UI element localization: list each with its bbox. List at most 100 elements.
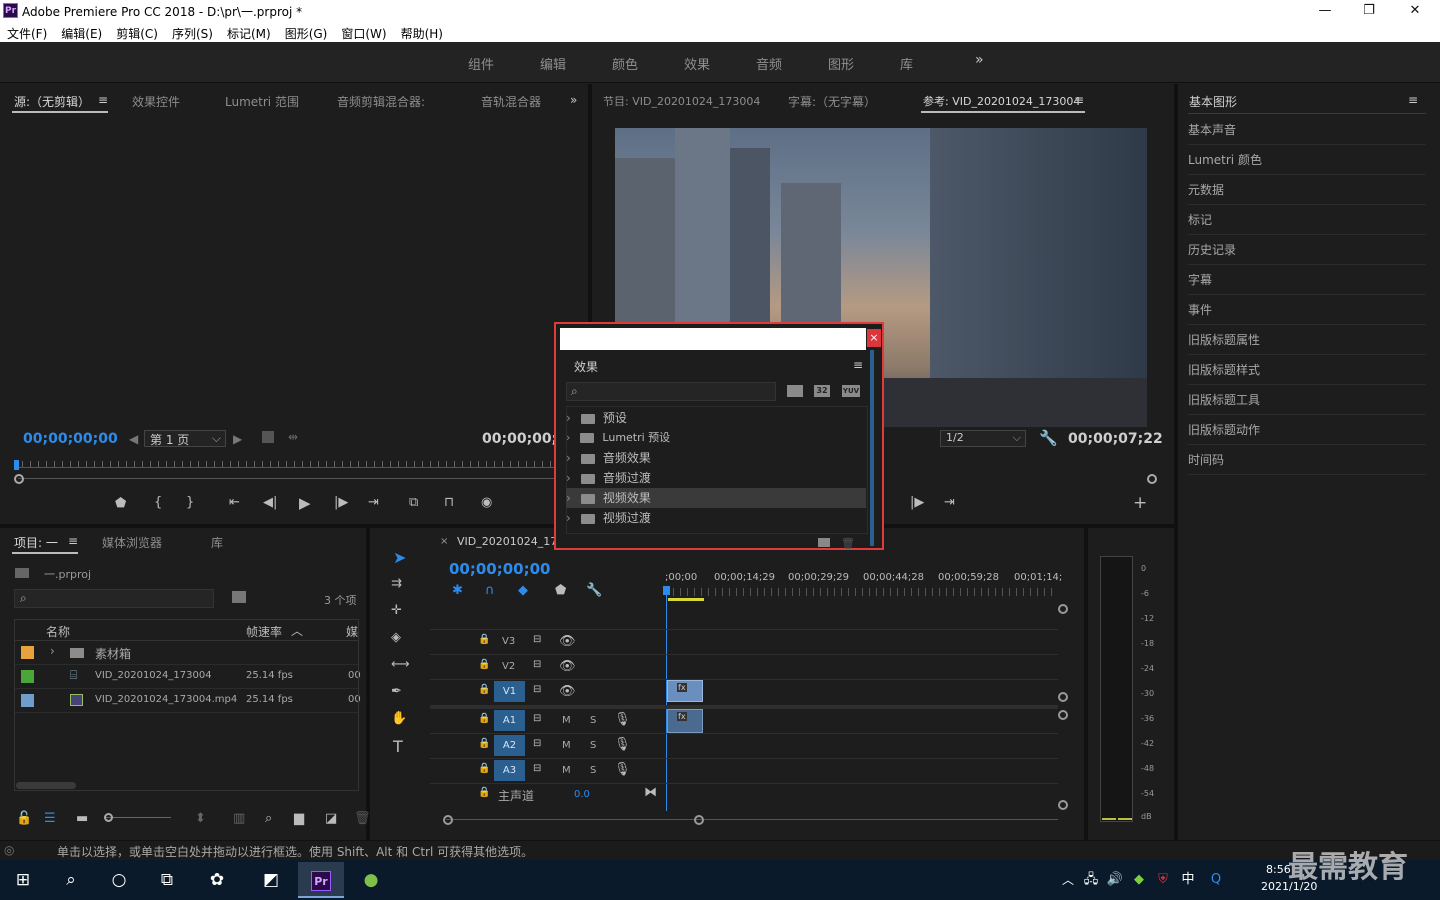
video-clip[interactable]: fx (667, 680, 703, 702)
panel-link-essential-sound[interactable]: 基本声音 (1188, 115, 1426, 145)
page-select[interactable]: 第 1 页 ⌵ (144, 430, 226, 447)
find-icon[interactable]: ⌕ (265, 811, 272, 826)
tab-reference[interactable]: 参考: VID_20201024_173004 (923, 93, 1080, 109)
close-button[interactable]: ✕ (1392, 0, 1438, 22)
effect-category-lumetri-presets[interactable]: › Lumetri 预设 (566, 428, 866, 448)
column-media[interactable]: 媒 (346, 623, 358, 640)
nvidia-icon[interactable]: ◆ (1128, 862, 1150, 898)
play-icon[interactable]: ▶ (299, 494, 311, 512)
lock-icon[interactable]: 🔒 (478, 659, 490, 670)
tab-captions[interactable]: 字幕:（无字幕） (788, 93, 876, 110)
solo-button[interactable]: S (590, 715, 596, 726)
zoom-handle-left[interactable] (14, 474, 24, 484)
go-to-end-icon[interactable]: ⧓ (644, 785, 657, 800)
sync-lock-icon[interactable]: ⊟ (533, 713, 541, 724)
essential-graphics-title[interactable]: 基本图形 (1189, 93, 1237, 110)
label-color-swatch[interactable] (21, 670, 34, 683)
lock-icon[interactable]: 🔒 (478, 787, 490, 798)
workspace-overflow-icon[interactable]: » (975, 52, 984, 68)
search-icon[interactable]: ⌕ (48, 862, 94, 898)
timeline-timecode[interactable]: 00;00;00;00 (449, 560, 551, 578)
label-color-swatch[interactable] (21, 646, 34, 659)
close-tab-icon[interactable]: × (440, 536, 448, 547)
next-page-icon[interactable]: ▶ (233, 432, 242, 446)
ripple-edit-tool-icon[interactable]: ✛ (391, 603, 402, 618)
eye-icon[interactable]: 👁 (559, 684, 576, 699)
panel-menu-icon[interactable]: ≡ (68, 534, 78, 548)
microphone-icon[interactable]: 🎙 (614, 712, 631, 727)
tab-program[interactable]: 节目: VID_20201024_173004 (603, 93, 760, 109)
export-frame-icon[interactable]: ◉ (481, 495, 492, 510)
razor-tool-icon[interactable]: ◈ (391, 630, 401, 645)
effect-category-presets[interactable]: › 预设 (566, 408, 866, 428)
playhead-icon[interactable] (14, 460, 19, 470)
32-bit-effects-icon[interactable]: 32 (814, 385, 830, 397)
track-label-a2[interactable]: A2 (494, 735, 525, 756)
mark-out-icon[interactable]: } (186, 495, 194, 510)
scroll-handle[interactable] (1058, 692, 1068, 702)
playhead-icon[interactable] (663, 586, 670, 595)
sync-lock-icon[interactable]: ⊟ (533, 634, 541, 645)
microphone-icon[interactable]: 🎙 (614, 737, 631, 752)
panel-link-metadata[interactable]: 元数据 (1188, 175, 1426, 205)
accelerated-effects-icon[interactable] (787, 385, 803, 397)
sync-lock-icon[interactable]: ⊟ (533, 738, 541, 749)
tab-libraries[interactable]: 库 (211, 534, 223, 551)
panel-link-lumetri-color[interactable]: Lumetri 颜色 (1188, 145, 1426, 175)
type-tool-icon[interactable]: T (393, 737, 403, 756)
automate-to-sequence-icon[interactable]: ▥ (233, 811, 245, 826)
maximize-button[interactable]: ❐ (1346, 0, 1392, 22)
panel-menu-icon[interactable]: ≡ (1074, 93, 1084, 107)
panel-link-markers[interactable]: 标记 (1188, 205, 1426, 235)
pen-tool-icon[interactable]: ✒ (391, 684, 402, 699)
delete-icon[interactable]: 🗑 (841, 537, 855, 550)
insert-icon[interactable]: ⧉ (409, 495, 418, 510)
slip-tool-icon[interactable]: ⟷ (391, 657, 410, 672)
effect-category-audio-transitions[interactable]: › 音频过渡 (566, 468, 866, 488)
new-item-icon[interactable]: ◪ (325, 811, 337, 826)
ime-indicator[interactable]: 中 (1176, 862, 1200, 898)
add-marker-icon[interactable]: ◆ (518, 583, 528, 598)
timeline-settings-icon[interactable]: 🔧 (586, 583, 602, 598)
safe-margins-icon[interactable] (262, 431, 274, 443)
new-search-bin-icon[interactable] (232, 591, 246, 603)
workspace-libraries[interactable]: 库 (900, 54, 913, 73)
tab-effect-controls[interactable]: 效果控件 (132, 93, 180, 110)
hand-tool-icon[interactable]: ✋ (391, 711, 407, 726)
sync-lock-icon[interactable]: ⊟ (533, 684, 541, 695)
scroll-handle[interactable] (1058, 710, 1068, 720)
zoom-slider-handle[interactable] (104, 813, 113, 822)
selection-tool-icon[interactable]: ➤ (393, 548, 406, 567)
cortana-icon[interactable]: ○ (96, 862, 142, 898)
menu-marker[interactable]: 标记(M) (220, 22, 278, 42)
eye-icon[interactable]: 👁 (559, 634, 576, 649)
qq-icon[interactable]: Q (1204, 862, 1228, 898)
dialog-close-button[interactable]: × (867, 329, 881, 347)
panel-link-legacy-title-actions[interactable]: 旧版标题动作 (1188, 415, 1426, 445)
lock-icon[interactable]: 🔓 (16, 811, 32, 826)
snap-icon[interactable]: ✱ (452, 583, 463, 598)
step-forward-icon[interactable]: |▶ (334, 495, 348, 510)
step-forward-icon[interactable]: |▶ (910, 495, 924, 510)
show-hidden-icons-icon[interactable]: ︿ (1058, 862, 1078, 898)
list-item[interactable]: VID_20201024_173004.mp4 25.14 fps 00 (14, 689, 361, 713)
solo-button[interactable]: S (590, 765, 596, 776)
tab-source[interactable]: 源:（无剪辑） (14, 93, 90, 110)
panel-link-legacy-title-tools[interactable]: 旧版标题工具 (1188, 385, 1426, 415)
horizontal-scrollbar[interactable] (16, 782, 76, 789)
source-timecode[interactable]: 00;00;00;00 (23, 431, 118, 447)
panel-link-timecode[interactable]: 时间码 (1188, 445, 1426, 475)
premiere-taskbar-button[interactable]: Pr (298, 862, 344, 898)
icon-view-icon[interactable]: ▬ (76, 811, 88, 826)
mute-button[interactable]: M (562, 765, 571, 776)
marker-icon[interactable]: ⬟ (555, 583, 566, 598)
panel-link-legacy-title-styles[interactable]: 旧版标题样式 (1188, 355, 1426, 385)
list-view-icon[interactable]: ☰ (44, 811, 56, 826)
menu-file[interactable]: 文件(F) (0, 22, 54, 42)
lock-icon[interactable]: 🔒 (478, 763, 490, 774)
sync-lock-icon[interactable]: ⊟ (533, 763, 541, 774)
zoom-slider-track[interactable] (106, 817, 171, 818)
effects-search-input[interactable]: ⌕ (566, 382, 776, 401)
column-name[interactable]: 名称 (46, 623, 70, 640)
workspace-effects[interactable]: 效果 (684, 54, 710, 73)
